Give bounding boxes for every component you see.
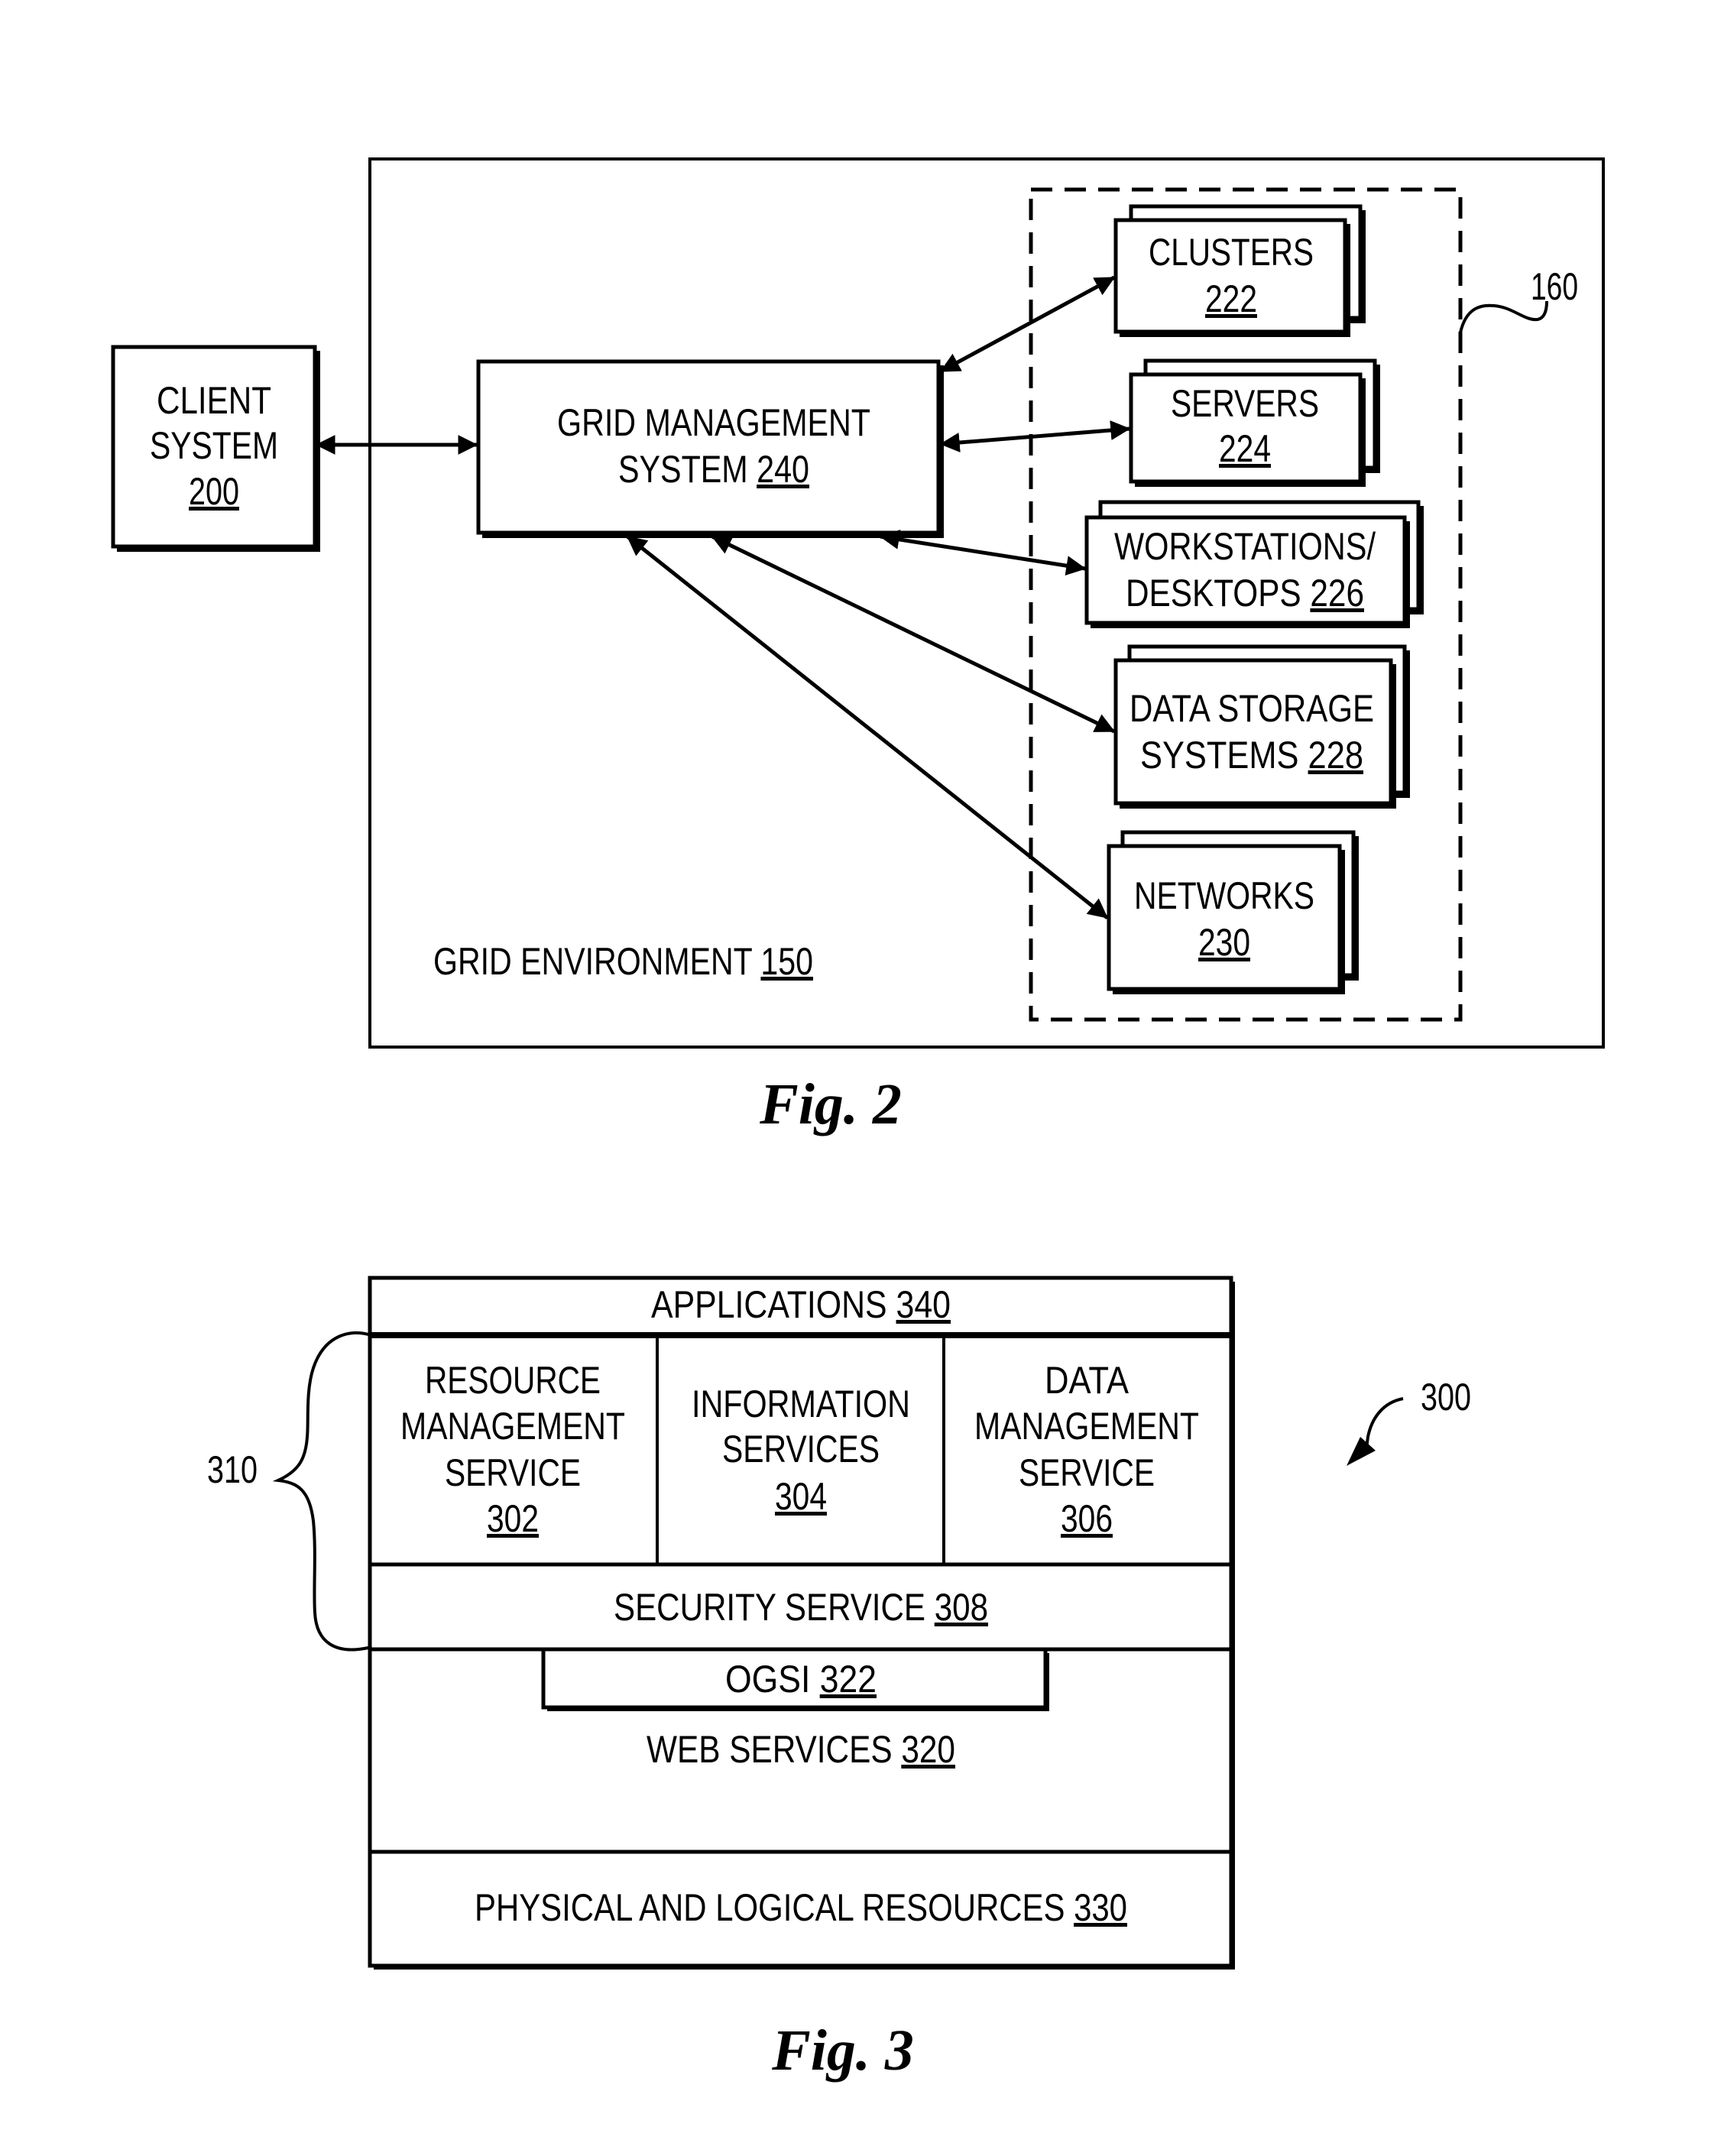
gms-ref: 240 [757, 448, 809, 491]
brace-ref-310: 310 [207, 1448, 258, 1491]
figure-2: 160 CLIENT SYSTEM 200 GRID MANAGEMENT SY… [111, 157, 1605, 1136]
security-service-ref: 308 [935, 1586, 988, 1629]
servers-ref: 224 [1219, 427, 1271, 470]
applications-label: APPLICATIONS 340 [651, 1283, 951, 1326]
grid-management-system-node: GRID MANAGEMENT SYSTEM 240 [476, 359, 944, 538]
data-storage-label-2: SYSTEMS 228 [1140, 734, 1363, 776]
figure-2-caption: Fig. 2 [759, 1072, 902, 1136]
client-system-node: CLIENT SYSTEM 200 [111, 345, 320, 552]
grid-environment-label: GRID ENVIRONMENT 150 [433, 940, 813, 983]
physical-resources-label: PHYSICAL AND LOGICAL RESOURCES 330 [475, 1886, 1127, 1929]
physical-resources-ref: 330 [1074, 1886, 1127, 1929]
grid-services-brace [272, 1331, 369, 1652]
gms-label-2: SYSTEM 240 [618, 448, 809, 491]
rms-label-2: MANAGEMENT [400, 1405, 625, 1448]
client-system-label-1: CLIENT [157, 379, 271, 422]
web-services-ref: 320 [901, 1728, 955, 1771]
workstations-label-2: DESKTOPS 226 [1126, 572, 1364, 614]
clusters-node: CLUSTERS 222 [1113, 204, 1366, 337]
data-storage-label-1: DATA STORAGE [1130, 687, 1374, 730]
diagram-ref-arrowhead [1347, 1437, 1376, 1466]
info-ref: 304 [775, 1475, 827, 1518]
ogsi-ref: 322 [820, 1658, 877, 1700]
web-services-label: WEB SERVICES 320 [647, 1728, 955, 1771]
dms-ref: 306 [1061, 1497, 1113, 1540]
applications-ref: 340 [896, 1283, 951, 1326]
networks-ref: 230 [1198, 921, 1250, 964]
workstations-label-1: WORKSTATIONS/ [1114, 525, 1376, 568]
workstations-ref: 226 [1310, 572, 1364, 614]
diagram-ref-arrow [1365, 1397, 1404, 1449]
rms-label-3: SERVICE [445, 1451, 581, 1494]
figure-3-caption: Fig. 3 [771, 2018, 914, 2083]
ogsi-label: OGSI 322 [725, 1658, 877, 1700]
workstations-node: WORKSTATIONS/ DESKTOPS 226 [1084, 500, 1424, 628]
gms-data-storage-arrow [711, 534, 1116, 734]
gms-servers-arrow [939, 420, 1131, 452]
grid-environment-ref: 150 [760, 940, 813, 983]
networks-node: NETWORKS 230 [1107, 830, 1359, 994]
client-system-label-2: SYSTEM [150, 424, 278, 467]
rms-ref: 302 [487, 1497, 539, 1540]
diagram-ref-300: 300 [1421, 1376, 1471, 1418]
gms-label-1: GRID MANAGEMENT [557, 401, 870, 444]
gms-workstations-arrow [879, 529, 1087, 576]
resource-group-ref: 160 [1531, 265, 1578, 308]
data-storage-node: DATA STORAGE SYSTEMS 228 [1113, 644, 1410, 809]
info-label-1: INFORMATION [692, 1383, 910, 1425]
security-service-label: SECURITY SERVICE 308 [614, 1586, 988, 1629]
client-system-ref: 200 [189, 470, 239, 513]
figure-3: APPLICATIONS 340 RESOURCE MANAGEMENT SER… [207, 1276, 1471, 2083]
servers-label: SERVERS [1171, 382, 1319, 425]
clusters-label: CLUSTERS [1149, 231, 1314, 274]
networks-label: NETWORKS [1134, 874, 1314, 917]
dms-label-2: MANAGEMENT [974, 1405, 1199, 1448]
info-label-2: SERVICES [722, 1428, 880, 1470]
dms-label-1: DATA [1045, 1359, 1130, 1402]
dms-label-3: SERVICE [1019, 1451, 1155, 1494]
rms-label-1: RESOURCE [425, 1359, 601, 1402]
clusters-ref: 222 [1205, 277, 1257, 320]
gms-clusters-arrow [939, 275, 1116, 374]
servers-node: SERVERS 224 [1129, 358, 1380, 487]
patent-drawing-sheet: 160 CLIENT SYSTEM 200 GRID MANAGEMENT SY… [111, 157, 1605, 2083]
data-storage-ref: 228 [1308, 734, 1363, 776]
gms-networks-arrow [626, 535, 1109, 919]
